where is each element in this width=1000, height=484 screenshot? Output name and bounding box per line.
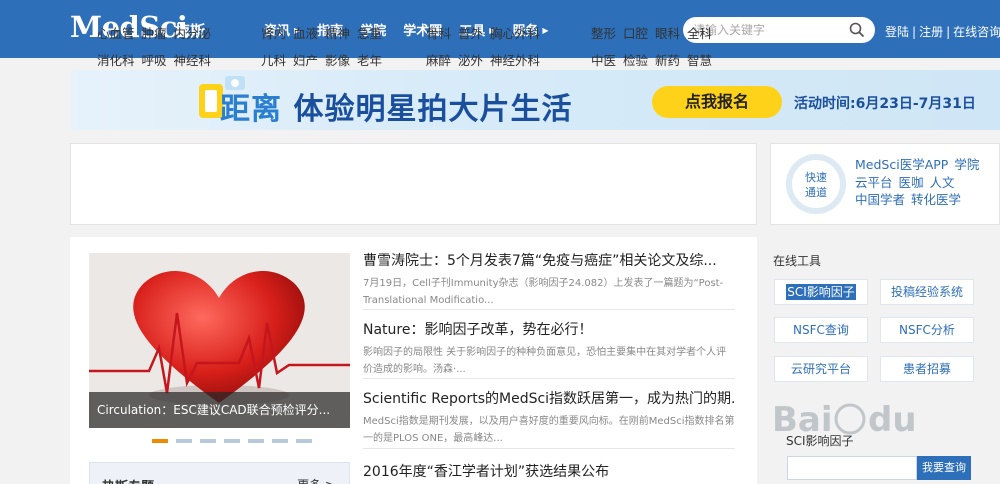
news-item: Scientific Reports的MedSci指数跃居第一，成为热门的期..…: [363, 388, 735, 447]
slider-dot[interactable]: [200, 439, 216, 443]
sci-query-input[interactable]: [787, 456, 917, 480]
news-title[interactable]: Scientific Reports的MedSci指数跃居第一，成为热门的期..…: [363, 388, 735, 408]
category-link[interactable]: 新药: [655, 53, 680, 68]
category-group: 心血管 肿瘤 内分泌 消化科 呼吸 神经科: [97, 20, 218, 74]
online-consult-link[interactable]: 在线咨询: [953, 25, 1000, 39]
category-link[interactable]: 口腔: [623, 26, 648, 41]
category-link[interactable]: 老年: [357, 53, 382, 68]
category-link[interactable]: 麻醉: [426, 53, 451, 68]
quick-link-app[interactable]: MedSci医学APP: [855, 157, 948, 172]
quick-channel-badge: 快速 通道: [786, 154, 846, 214]
category-link[interactable]: 骨科: [426, 26, 451, 41]
quick-links: MedSci医学APP 学院 云平台 医咖 人文 中国学者 转化医学: [855, 156, 985, 209]
topics-title: 热斯专题: [102, 476, 154, 484]
slider-dot[interactable]: [248, 439, 264, 443]
tools-title: 在线工具: [773, 254, 822, 268]
category-group: 肾内 血液 精神 急重 儿科 妇产 影像 老年: [261, 20, 389, 74]
quick-link-college[interactable]: 学院: [954, 157, 979, 172]
user-links: 登陆 | 注册 | 在线咨询: [885, 25, 1000, 39]
divider: [363, 309, 735, 310]
category-link[interactable]: 眼科: [655, 26, 680, 41]
category-link[interactable]: 急重: [357, 26, 382, 41]
category-link[interactable]: 妇产: [293, 53, 318, 68]
category-group: 骨科 普外 胸心外科 麻醉 泌外 神经外科: [426, 20, 547, 74]
category-link[interactable]: 消化科: [97, 53, 135, 68]
quick-link-humanity[interactable]: 人文: [930, 175, 955, 190]
slider-dot[interactable]: [176, 439, 192, 443]
slider-dot[interactable]: [296, 439, 312, 443]
category-link[interactable]: 肿瘤: [142, 26, 167, 41]
sci-query-label: SCI影响因子: [786, 434, 854, 448]
query-button[interactable]: 我要查询: [917, 456, 971, 480]
department-categories: [70, 143, 757, 225]
quick-link-scholars[interactable]: 中国学者: [855, 192, 905, 207]
news-desc: 7月19日，Cell子刊Immunity杂志（影响因子24.082）上发表了一篇…: [363, 278, 724, 306]
category-link[interactable]: 儿科: [261, 53, 286, 68]
slider-dot[interactable]: [152, 439, 168, 443]
divider: [363, 448, 735, 449]
slider-dot[interactable]: [224, 439, 240, 443]
category-link[interactable]: 智慧: [687, 53, 712, 68]
news-title[interactable]: 2016年度“香江学者计划”获选结果公布: [363, 461, 735, 481]
tool-sci-impact-factor[interactable]: SCI影响因子: [774, 279, 868, 305]
quick-link-yika[interactable]: 医咖: [899, 175, 924, 190]
category-link[interactable]: 内分泌: [174, 26, 212, 41]
category-group: 整形 口腔 眼科 全科 中医 检验 新药 智慧: [591, 20, 719, 74]
category-link[interactable]: 神经外科: [490, 53, 540, 68]
category-link[interactable]: 神经科: [174, 53, 212, 68]
tool-submission-system[interactable]: 投稿经验系统: [880, 279, 974, 305]
topics-panel: 热斯专题 更多 >: [89, 462, 350, 484]
login-link[interactable]: 登陆: [885, 25, 909, 39]
slider-dot[interactable]: [272, 439, 288, 443]
news-desc: MedSci指数是期刊发展，以及用户喜好度的重要风向标。在刚前MedSci指数排…: [363, 416, 735, 444]
category-link[interactable]: 全科: [687, 26, 712, 41]
category-link[interactable]: 呼吸: [142, 53, 167, 68]
tool-cloud-research[interactable]: 云研究平台: [774, 356, 868, 382]
signup-button[interactable]: 点我报名: [652, 86, 782, 118]
category-link[interactable]: 影像: [325, 53, 350, 68]
tool-patient-recruit[interactable]: 患者招募: [880, 356, 974, 382]
category-link[interactable]: 心血管: [97, 26, 135, 41]
quick-channel: 快速 通道 MedSci医学APP 学院 云平台 医咖 人文 中国学者 转化医学: [770, 143, 1000, 225]
category-link[interactable]: 精神: [325, 26, 350, 41]
register-link[interactable]: 注册: [919, 25, 943, 39]
news-item: 曹雪涛院士：5个月发表7篇“免疫与癌症”相关论文及综... 7月19日，Cell…: [363, 250, 735, 309]
category-link[interactable]: 整形: [591, 26, 616, 41]
quick-link-translational[interactable]: 转化医学: [911, 192, 961, 207]
news-title[interactable]: Nature：影响因子改革，势在必行！: [363, 319, 735, 339]
quick-link-cloud[interactable]: 云平台: [855, 175, 893, 190]
category-link[interactable]: 检验: [623, 53, 648, 68]
tool-nsfc-analysis[interactable]: NSFC分析: [880, 317, 974, 343]
category-link[interactable]: 中医: [591, 53, 616, 68]
divider: [363, 378, 735, 379]
topics-more-link[interactable]: 更多 >: [297, 476, 335, 484]
news-title[interactable]: 曹雪涛院士：5个月发表7篇“免疫与癌症”相关论文及综...: [363, 250, 735, 270]
category-link[interactable]: 泌外: [458, 53, 483, 68]
news-item: 2016年度“香江学者计划”获选结果公布: [363, 461, 735, 481]
news-item: Nature：影响因子改革，势在必行！ 影响因子的局限性 关于影响因子的种种负面…: [363, 319, 735, 378]
tool-nsfc-query[interactable]: NSFC查询: [774, 317, 868, 343]
banner-headline: 距离 体验明星拍大片生活: [220, 92, 573, 127]
category-link[interactable]: 普外: [458, 26, 483, 41]
category-link[interactable]: 肾内: [261, 26, 286, 41]
search-icon[interactable]: [849, 22, 865, 38]
slider-dots: [152, 439, 320, 443]
news-desc: 影响因子的局限性 关于影响因子的种种负面意见，恐怕主要集中在其对学者个人评价造成…: [363, 347, 727, 375]
slide-caption[interactable]: Circulation：ESC建议CAD联合预检评分...: [89, 392, 350, 428]
category-link[interactable]: 血液: [293, 26, 318, 41]
category-link[interactable]: 胸心外科: [490, 26, 540, 41]
promo-banner[interactable]: 距离 体验明星拍大片生活 点我报名 活动时间:6月23日-7月31日: [70, 70, 1000, 130]
event-time: 活动时间:6月23日-7月31日: [794, 96, 976, 112]
featured-slide[interactable]: Circulation：ESC建议CAD联合预检评分...: [89, 253, 350, 428]
